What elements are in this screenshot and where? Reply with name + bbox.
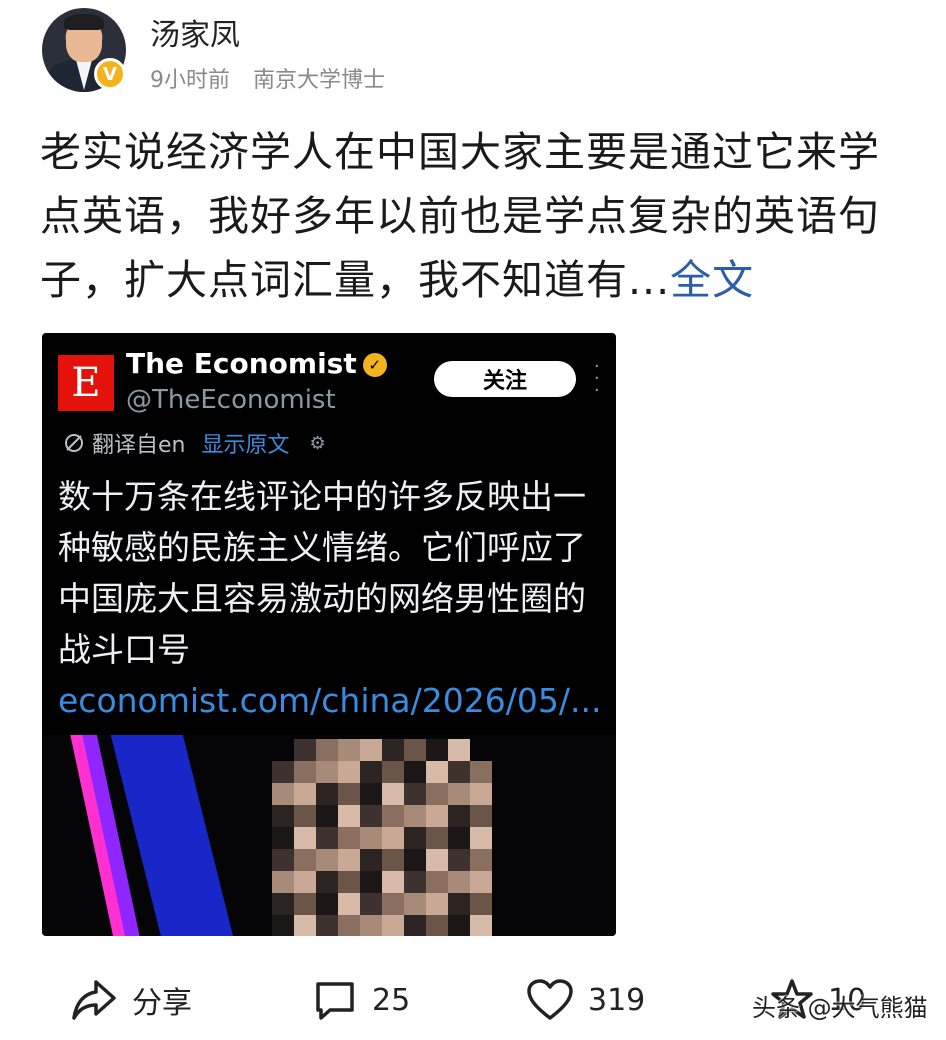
like-count: 319 bbox=[588, 982, 646, 1018]
watermark: 头条 @大气熊猫 bbox=[752, 994, 928, 1022]
post-meta: 9小时前 南京大学博士 bbox=[150, 62, 385, 94]
heart-icon bbox=[527, 979, 573, 1020]
translation-bar: 翻译自en 显示原文 ⚙ bbox=[62, 427, 326, 459]
more-options-icon: · · · bbox=[594, 356, 600, 401]
share-arrow-icon bbox=[72, 980, 116, 1020]
share-label: 分享 bbox=[132, 986, 192, 1021]
comment-count: 25 bbox=[372, 982, 411, 1018]
like-button[interactable]: 319 bbox=[526, 978, 645, 1022]
tweet-handle: @TheEconomist bbox=[126, 385, 336, 415]
translate-icon bbox=[65, 434, 83, 452]
tweet-link: economist.com/china/2026/05/... bbox=[58, 681, 602, 720]
tweet-photo bbox=[42, 735, 616, 936]
comment-button[interactable]: 25 bbox=[312, 978, 410, 1022]
verified-v-icon: V bbox=[94, 58, 126, 90]
author-name[interactable]: 汤家凤 bbox=[150, 10, 240, 54]
show-original-link: 显示原文 bbox=[201, 433, 290, 458]
author-title: 南京大学博士 bbox=[253, 68, 386, 93]
translated-from-label: 翻译自en bbox=[92, 433, 186, 458]
economist-logo: E bbox=[58, 355, 114, 411]
post-time: 9小时前 bbox=[150, 68, 230, 93]
tweet-text: 数十万条在线评论中的许多反映出一种敏感的民族主义情绪。它们呼应了中国庞大且容易激… bbox=[58, 477, 602, 720]
gear-icon: ⚙ bbox=[309, 432, 326, 454]
tweet-follow-button: 关注 bbox=[434, 361, 576, 397]
share-button[interactable]: 分享 bbox=[70, 978, 192, 1022]
comment-icon bbox=[316, 982, 354, 1020]
post-image[interactable]: E The Economist ✓ @TheEconomist 关注 · · · 翻译… bbox=[42, 333, 616, 936]
expand-full-text-link[interactable]: 全文 bbox=[670, 256, 754, 304]
verified-check-icon: ✓ bbox=[362, 353, 387, 377]
post-body: 老实说经济学人在中国大家主要是通过它来学点英语，我好多年以前也是学点复杂的英语句… bbox=[40, 120, 910, 312]
tweet-account-name: The Economist ✓ bbox=[126, 347, 387, 380]
